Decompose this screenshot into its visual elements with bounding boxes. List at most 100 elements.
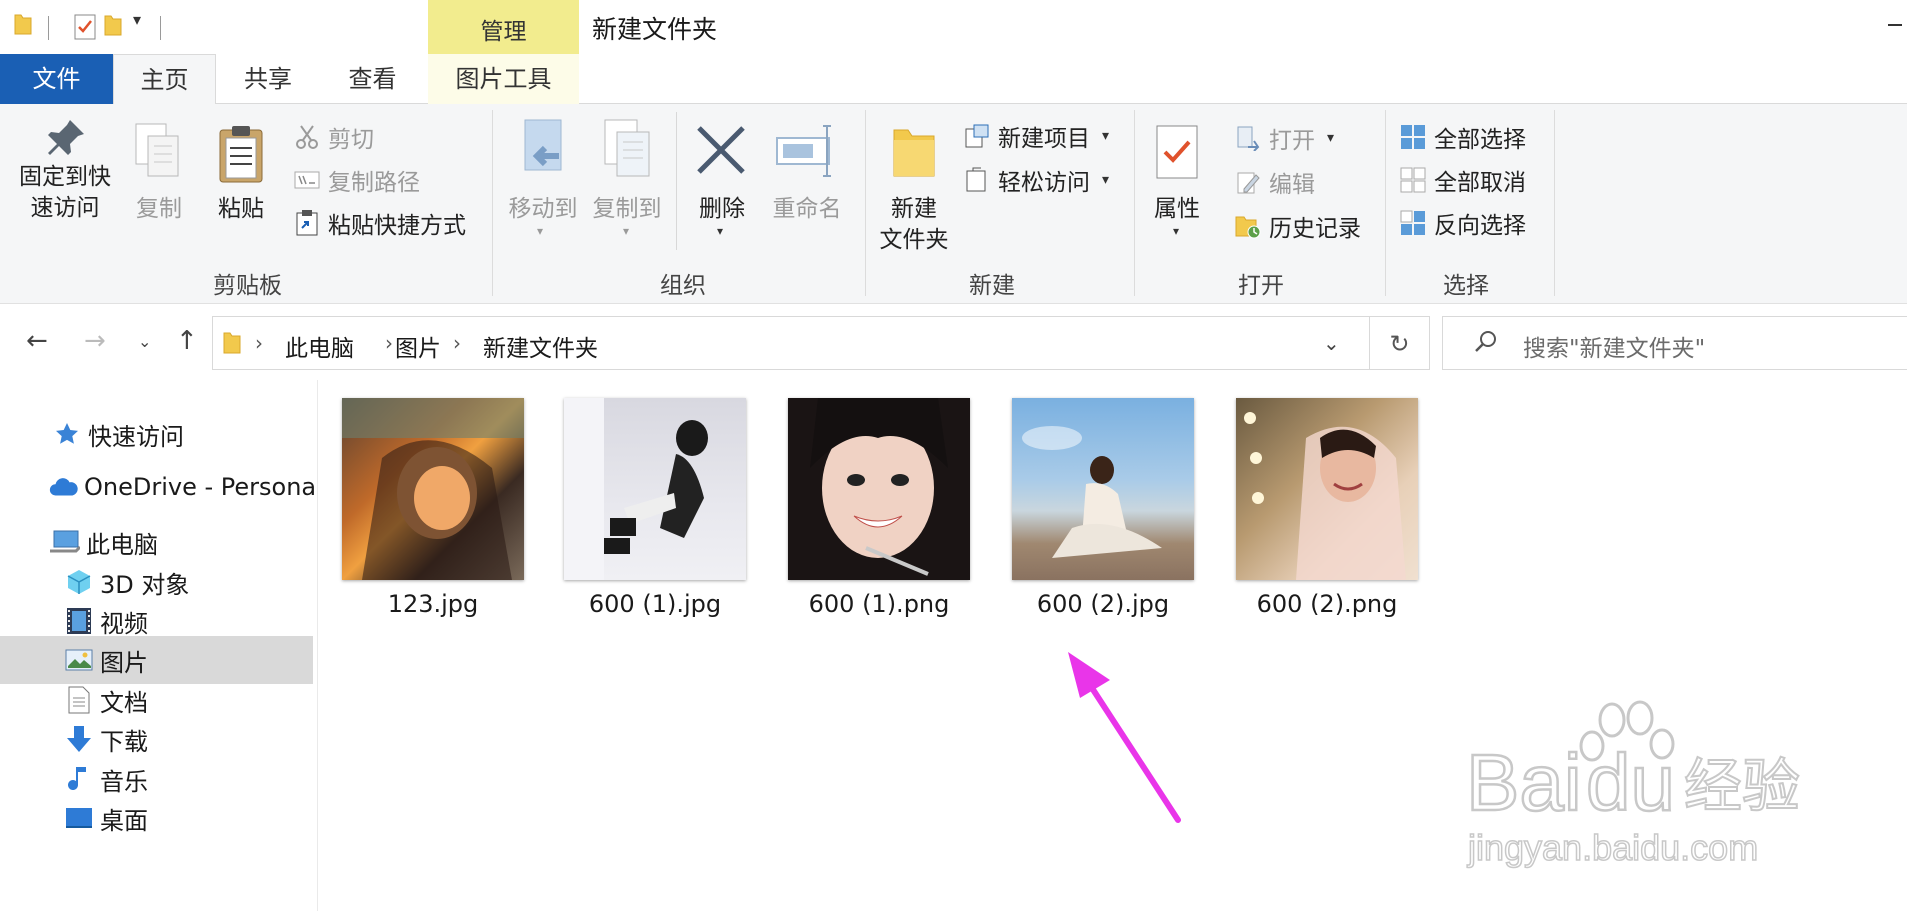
copy-button[interactable]: 复制 — [128, 110, 190, 260]
invert-selection-button[interactable]: 反向选择 — [1400, 205, 1526, 241]
select-none-button[interactable]: 全部取消 — [1400, 162, 1526, 198]
select-none-icon — [1400, 167, 1426, 193]
sidebar-item-label: 桌面 — [100, 806, 148, 835]
thumbnail-art — [564, 398, 708, 580]
picture-icon — [64, 645, 94, 675]
image-thumbnail[interactable] — [564, 398, 746, 580]
properties-check-icon[interactable] — [74, 14, 96, 44]
recent-locations-chevron-icon[interactable]: ⌄ — [138, 332, 151, 351]
delete-label: 删除 — [699, 196, 745, 222]
paste-shortcut-icon — [294, 210, 320, 236]
new-folder-button[interactable]: 新建 文件夹 — [874, 110, 954, 260]
image-thumbnail[interactable] — [788, 393, 970, 580]
new-item-label: 新建项目 — [998, 126, 1090, 152]
group-separator — [1554, 110, 1555, 296]
breadcrumb-separator-icon[interactable]: › — [385, 331, 393, 355]
properties-icon — [1155, 124, 1199, 184]
rename-button[interactable]: 重命名 — [765, 110, 849, 260]
svg-text:Bai: Bai — [1466, 738, 1582, 827]
ribbon: 固定到快 速访问 复制 粘贴 剪切 复制路径 粘贴快捷方式 剪贴板 移动到 ▾ … — [0, 104, 1907, 304]
file-item[interactable]: 123.jpg — [318, 398, 524, 628]
open-group-label: 打开 — [1238, 273, 1284, 299]
move-to-button[interactable]: 移动到 ▾ — [503, 110, 583, 260]
image-thumbnail[interactable] — [342, 398, 524, 580]
sidebar-item-quick-access[interactable]: 快速访问 — [0, 410, 313, 458]
easy-access-button[interactable]: 轻松访问 ▾ — [964, 162, 1109, 198]
new-group-label: 新建 — [969, 273, 1015, 299]
new-folder-qat-icon[interactable] — [104, 13, 122, 41]
properties-caret: ▾ — [1173, 224, 1180, 238]
new-item-button[interactable]: 新建项目 ▾ — [964, 118, 1109, 154]
file-item[interactable]: 600 (1).jpg — [540, 398, 746, 628]
tab-share[interactable]: 共享 — [228, 54, 308, 104]
open-group: 属性 ▾ 打开 ▾ 编辑 历史记录 打开 — [1135, 104, 1385, 304]
qat-separator — [160, 16, 161, 40]
music-note-icon — [64, 764, 94, 794]
pin-label: 固定到快 速访问 — [19, 164, 111, 221]
navigation-pane: 快速访问 OneDrive - Persona 此电脑 3D 对象 视频 图片 — [0, 380, 318, 911]
cut-button[interactable]: 剪切 — [294, 119, 374, 155]
breadcrumb-pictures[interactable]: 图片 — [395, 329, 441, 363]
copy-label: 复制 — [136, 196, 182, 222]
history-button[interactable]: 历史记录 — [1235, 208, 1361, 244]
sidebar-item-desktop[interactable]: 桌面 — [0, 794, 313, 842]
copy-to-button[interactable]: 复制到 ▾ — [587, 110, 667, 260]
forward-arrow-icon[interactable]: → — [84, 326, 106, 356]
select-all-button[interactable]: 全部选择 — [1400, 119, 1526, 155]
invert-selection-label: 反向选择 — [1434, 213, 1526, 239]
edit-button[interactable]: 编辑 — [1235, 164, 1315, 200]
sidebar-item-onedrive[interactable]: OneDrive - Persona — [0, 463, 316, 511]
file-name: 600 (2).jpg — [1036, 590, 1170, 618]
delete-button[interactable]: 删除 ▾ — [689, 110, 755, 260]
copy-to-caret: ▾ — [623, 224, 630, 238]
file-name: 600 (1).jpg — [588, 590, 722, 618]
clipboard-group-label: 剪贴板 — [213, 273, 282, 299]
breadcrumb-this-pc[interactable]: 此电脑 — [285, 329, 354, 363]
sidebar-item-label: 此电脑 — [86, 530, 158, 559]
address-history-chevron-icon[interactable]: ⌄ — [1323, 331, 1340, 355]
properties-button[interactable]: 属性 ▾ — [1145, 110, 1209, 260]
file-name: 600 (2).png — [1256, 590, 1398, 618]
address-bar[interactable]: › 此电脑 › 图片 › 新建文件夹 ⌄ — [212, 316, 1370, 370]
breadcrumb-separator-icon[interactable]: › — [255, 331, 263, 355]
history-label: 历史记录 — [1269, 216, 1361, 242]
edit-label: 编辑 — [1269, 172, 1315, 198]
image-thumbnail[interactable] — [1236, 398, 1418, 580]
open-caret: ▾ — [1327, 130, 1335, 146]
computer-icon — [50, 527, 80, 557]
paste-shortcut-button[interactable]: 粘贴快捷方式 — [294, 205, 466, 241]
select-all-label: 全部选择 — [1434, 127, 1526, 153]
file-item[interactable]: 600 (2).jpg — [988, 398, 1194, 628]
file-item[interactable]: 600 (1).png — [764, 393, 970, 628]
back-arrow-icon[interactable]: ← — [26, 326, 48, 356]
download-arrow-icon — [64, 724, 94, 754]
paste-button[interactable]: 粘贴 — [210, 110, 272, 260]
tab-home[interactable]: 主页 — [113, 54, 216, 105]
qat-dropdown-icon[interactable]: ▾ — [133, 10, 141, 29]
copy-path-button[interactable]: 复制路径 — [294, 162, 420, 198]
breadcrumb-separator-icon[interactable]: › — [453, 331, 461, 355]
tab-file[interactable]: 文件 — [0, 54, 113, 104]
cloud-icon — [48, 472, 78, 502]
up-arrow-icon[interactable]: ↑ — [176, 326, 198, 356]
refresh-icon[interactable]: ↻ — [1370, 316, 1430, 370]
paste-clipboard-icon — [218, 124, 264, 188]
cube-3d-icon — [64, 567, 94, 597]
image-thumbnail[interactable] — [1012, 398, 1194, 580]
new-item-icon — [964, 123, 990, 149]
breadcrumb-new-folder[interactable]: 新建文件夹 — [483, 329, 598, 363]
sidebar-item-label: 快速访问 — [88, 422, 184, 451]
file-item[interactable]: 600 (2).png — [1212, 398, 1418, 628]
minimize-icon[interactable] — [1888, 24, 1902, 26]
tab-picture-tools[interactable]: 图片工具 — [428, 54, 579, 104]
select-group: 全部选择 全部取消 反向选择 选择 — [1386, 104, 1554, 304]
open-button[interactable]: 打开 ▾ — [1235, 120, 1334, 156]
copy-path-icon — [294, 167, 320, 193]
organize-group: 移动到 ▾ 复制到 ▾ 删除 ▾ 重命名 组织 — [493, 104, 865, 304]
clipboard-group: 固定到快 速访问 复制 粘贴 剪切 复制路径 粘贴快捷方式 剪贴板 — [0, 104, 492, 304]
annotation-arrow — [1068, 652, 1181, 823]
copy-to-icon — [601, 118, 655, 186]
pin-quick-access-button[interactable]: 固定到快 速访问 — [10, 110, 120, 260]
search-box[interactable]: 搜索"新建文件夹" — [1442, 316, 1907, 370]
tab-view[interactable]: 查看 — [330, 54, 415, 104]
